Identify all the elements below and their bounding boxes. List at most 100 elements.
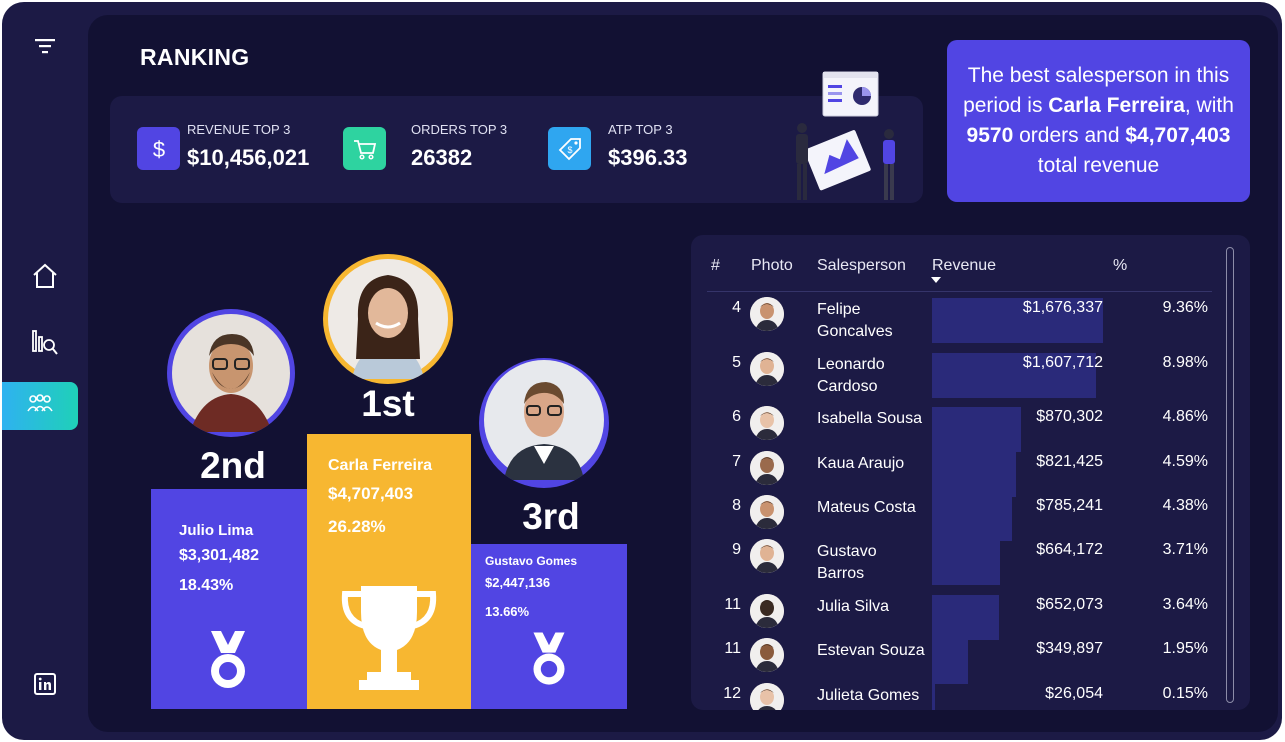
column-header[interactable]: % xyxy=(1113,257,1127,275)
salesperson-name: Leonardo Cardoso xyxy=(817,356,885,395)
rank-number: 8 xyxy=(732,497,741,514)
scrollbar[interactable] xyxy=(1226,247,1234,703)
revenue-percent: 0.15% xyxy=(1162,685,1208,702)
salesperson-name: Isabella Sousa xyxy=(817,410,922,427)
rank-number: 4 xyxy=(732,299,741,316)
svg-text:$: $ xyxy=(152,137,164,162)
chart-search-icon[interactable] xyxy=(27,324,63,360)
trophy-icon xyxy=(339,582,439,699)
revenue-value: $664,172 xyxy=(1036,541,1103,558)
revenue-value: $1,676,337 xyxy=(1022,299,1103,316)
revenue-percent: 1.95% xyxy=(1162,640,1208,657)
rank-number: 5 xyxy=(732,354,741,371)
filter-icon[interactable] xyxy=(27,28,63,64)
salesperson-name: Felipe Goncalves xyxy=(817,301,893,340)
linkedin-icon[interactable] xyxy=(27,666,63,702)
salesperson-photo xyxy=(750,406,784,440)
ranking-table: # Photo Salesperson Revenue % 4 Felipe Go… xyxy=(691,235,1250,710)
table-row[interactable]: 6 Isabella Sousa $870,302 4.86% xyxy=(691,404,1231,452)
salesperson-name: Mateus Costa xyxy=(817,499,916,516)
salesperson-photo xyxy=(750,683,784,710)
avatar-second xyxy=(167,309,295,437)
salesperson-name: Gustavo Barros xyxy=(817,543,877,582)
table-row[interactable]: 11 Julia Silva $652,073 3.64% xyxy=(691,592,1231,640)
revenue-value: $821,425 xyxy=(1036,453,1103,470)
cart-icon xyxy=(343,127,386,170)
rank-number: 11 xyxy=(724,596,741,613)
medal-icon xyxy=(528,630,570,693)
rank-number: 6 xyxy=(732,408,741,425)
table-row[interactable]: 8 Mateus Costa $785,241 4.38% xyxy=(691,493,1231,541)
sidebar-item-team[interactable] xyxy=(2,382,78,430)
table-row[interactable]: 4 Felipe Goncalves $1,676,337 9.36% xyxy=(691,295,1231,343)
kpi-value: $396.33 xyxy=(608,145,688,170)
revenue-value: $349,897 xyxy=(1036,640,1103,657)
table-row[interactable]: 9 Gustavo Barros $664,172 3.71% xyxy=(691,537,1231,585)
revenue-percent: 3.64% xyxy=(1162,596,1208,613)
table-row[interactable]: 7 Kaua Araujo $821,425 4.59% xyxy=(691,449,1231,497)
revenue-value: $26,054 xyxy=(1045,685,1103,702)
table-row[interactable]: 5 Leonardo Cardoso $1,607,712 8.98% xyxy=(691,350,1231,398)
column-header-sorted[interactable]: Revenue xyxy=(932,257,996,275)
salesperson-name: Julia Silva xyxy=(817,598,890,615)
podium-name: Carla Ferreira xyxy=(328,457,433,474)
best-salesperson-callout: The best salesperson in this period is C… xyxy=(947,40,1250,202)
podium-third: Gustavo Gomes $2,447,136 13.66% xyxy=(471,544,627,709)
page-title: RANKING xyxy=(140,44,250,70)
podium-revenue: $3,301,482 xyxy=(179,547,260,564)
salesperson-photo xyxy=(750,594,784,628)
kpi-value: $10,456,021 xyxy=(187,145,310,170)
podium-first: Carla Ferreira $4,707,403 26.28% xyxy=(307,434,471,709)
best-salesperson-text: The best salesperson in this period is C… xyxy=(963,64,1234,177)
column-header[interactable]: Salesperson xyxy=(817,257,906,275)
person-photo xyxy=(484,360,604,480)
salesperson-photo xyxy=(750,495,784,529)
podium-pct: 18.43% xyxy=(179,577,234,594)
revenue-percent: 8.98% xyxy=(1162,354,1208,371)
column-header[interactable]: Photo xyxy=(751,257,793,275)
salesperson-photo xyxy=(750,539,784,573)
dollar-icon: $ xyxy=(137,127,180,170)
sidebar xyxy=(2,2,88,740)
rank-number: 11 xyxy=(724,640,741,657)
salesperson-photo xyxy=(750,352,784,386)
podium-name: Julio Lima xyxy=(179,522,254,539)
revenue-value: $652,073 xyxy=(1036,596,1103,613)
revenue-value: $870,302 xyxy=(1036,408,1103,425)
revenue-percent: 4.59% xyxy=(1162,453,1208,470)
table-row[interactable]: 11 Estevan Souza $349,897 1.95% xyxy=(691,636,1231,684)
sort-desc-icon xyxy=(931,277,941,283)
rank-label-third: 3rd xyxy=(522,496,580,537)
podium-name: Gustavo Gomes xyxy=(485,554,578,568)
home-icon[interactable] xyxy=(27,258,63,294)
rank-number: 12 xyxy=(723,685,741,702)
person-photo xyxy=(172,314,290,432)
podium-revenue: $4,707,403 xyxy=(328,484,414,503)
avatar-first xyxy=(323,254,453,384)
rank-label-second: 2nd xyxy=(200,445,266,486)
app-frame: RANKING $ REVENUE TOP 3 $10,456,021 ORDE… xyxy=(2,2,1282,740)
kpi-value: 26382 xyxy=(411,145,473,170)
salesperson-name: Kaua Araujo xyxy=(817,455,905,472)
salesperson-name: Julieta Gomes xyxy=(817,687,920,704)
salesperson-photo xyxy=(750,638,784,672)
revenue-percent: 3.71% xyxy=(1162,541,1208,558)
column-header[interactable]: # xyxy=(711,257,720,275)
header-divider xyxy=(707,291,1212,292)
table-row[interactable]: 12 Julieta Gomes $26,054 0.15% xyxy=(691,681,1231,710)
kpi-label: REVENUE TOP 3 xyxy=(187,122,291,137)
podium-pct: 26.28% xyxy=(328,517,386,536)
presentation-illustration xyxy=(788,70,918,205)
main-panel: RANKING $ REVENUE TOP 3 $10,456,021 ORDE… xyxy=(88,15,1278,732)
salesperson-name: Estevan Souza xyxy=(817,642,925,659)
revenue-percent: 4.38% xyxy=(1162,497,1208,514)
svg-text:$: $ xyxy=(567,145,572,155)
revenue-percent: 4.86% xyxy=(1162,408,1208,425)
team-icon xyxy=(26,393,54,420)
avatar-third xyxy=(479,358,609,488)
kpi-label: ORDERS TOP 3 xyxy=(411,122,508,137)
salesperson-photo xyxy=(750,451,784,485)
kpi-label: ATP TOP 3 xyxy=(608,122,673,137)
rank-label-first: 1st xyxy=(361,383,415,424)
revenue-value: $1,607,712 xyxy=(1022,354,1103,371)
